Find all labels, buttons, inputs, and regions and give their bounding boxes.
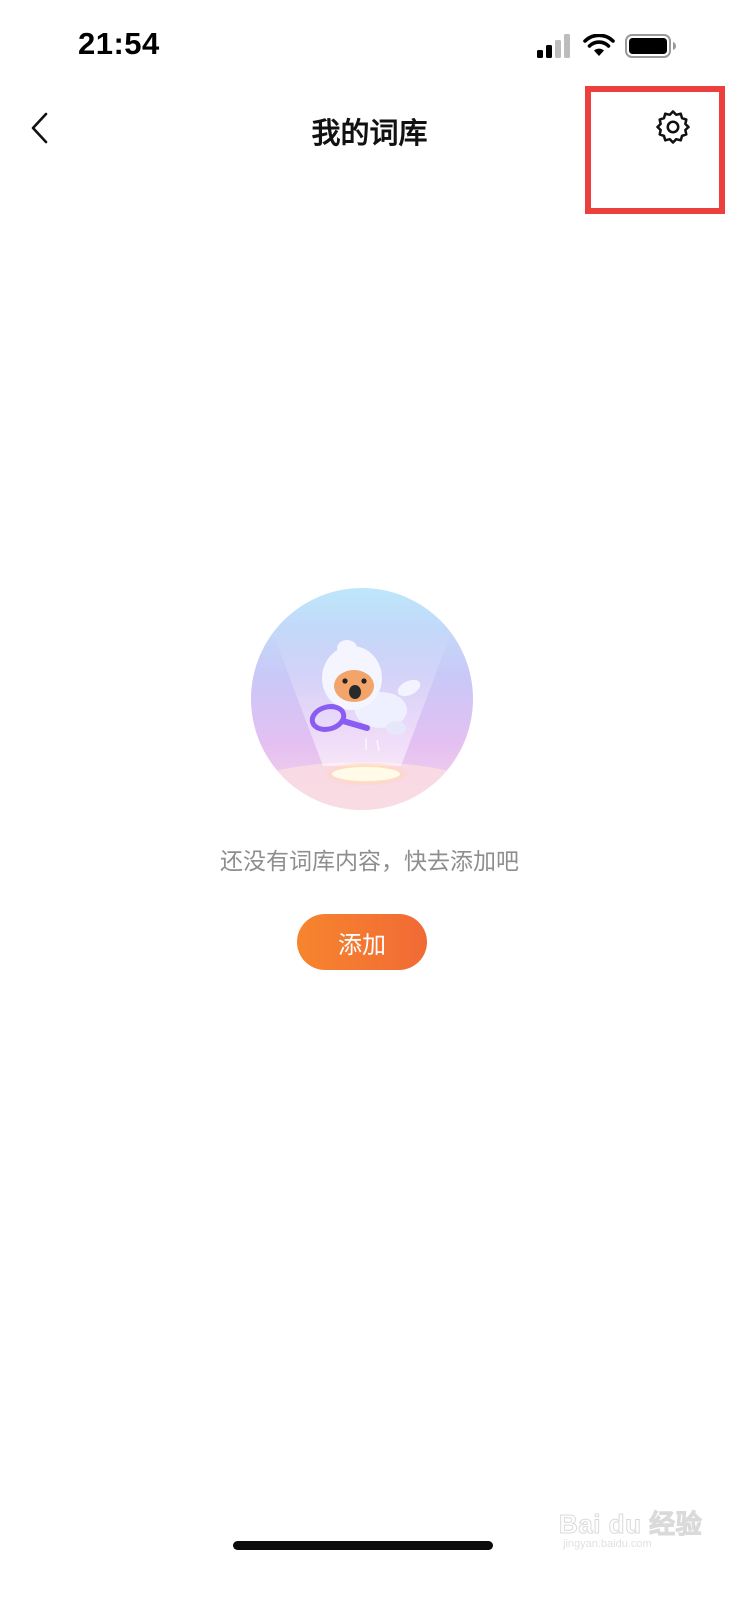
page-title: 我的词库: [311, 116, 428, 150]
status-time: 21:54: [78, 26, 160, 61]
home-indicator[interactable]: [233, 1541, 493, 1550]
watermark: Bai du 经验 jingyan.baidu.com: [555, 1500, 705, 1560]
signal-icon: [537, 34, 573, 62]
gear-icon: [654, 108, 692, 150]
watermark-subtext: jingyan.baidu.com: [563, 1538, 652, 1550]
add-button[interactable]: 添加: [297, 914, 427, 970]
watermark-text: Bai du 经验: [558, 1509, 703, 1540]
status-icons: [537, 33, 677, 62]
wifi-icon: [583, 33, 615, 62]
astronaut-mascot-illustration: [251, 628, 473, 810]
nav-bar: 我的词库: [0, 90, 739, 170]
empty-illustration: [251, 588, 473, 810]
battery-icon: [625, 34, 677, 62]
status-bar: 21:54: [0, 0, 739, 90]
empty-message: 还没有词库内容，快去添加吧: [220, 849, 519, 875]
settings-button[interactable]: [651, 107, 695, 151]
